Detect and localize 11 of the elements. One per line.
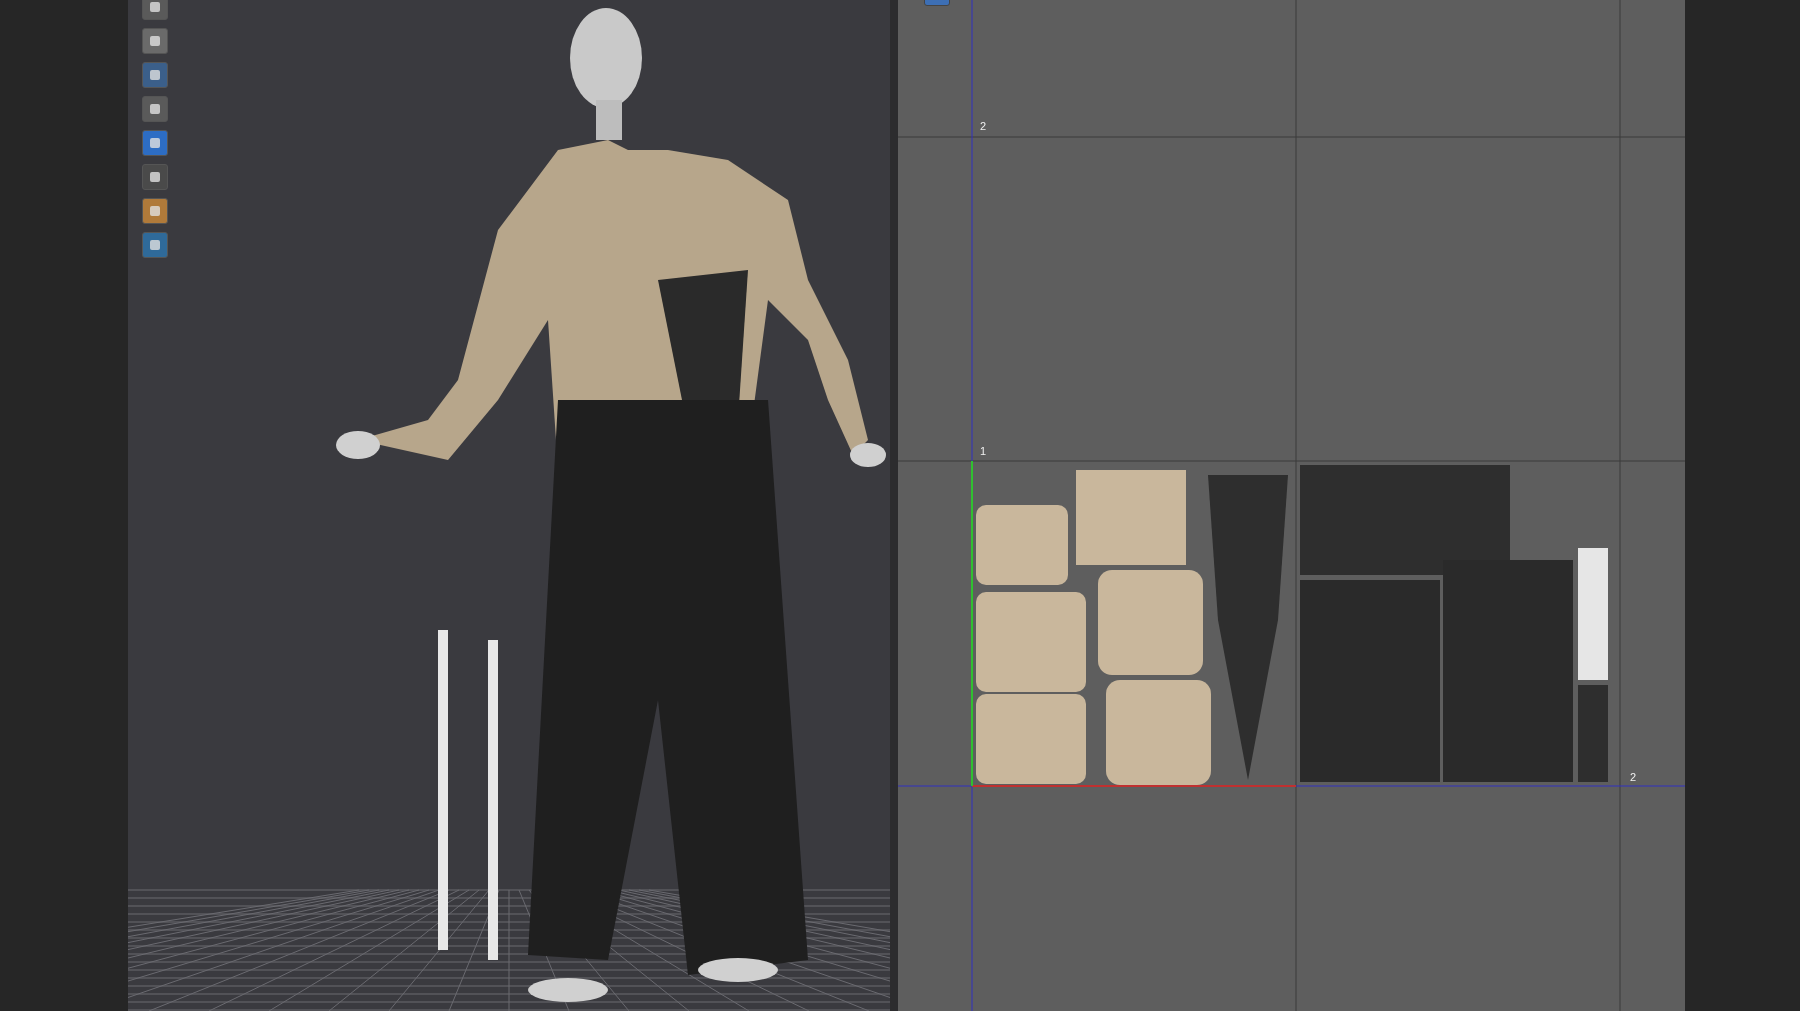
grid-label: 2 bbox=[1630, 771, 1637, 783]
grid-label: 1 bbox=[980, 445, 987, 457]
tool-button[interactable] bbox=[142, 130, 168, 156]
tool-button[interactable] bbox=[142, 198, 168, 224]
tool-button[interactable] bbox=[142, 164, 168, 190]
grid-label: 2 bbox=[980, 120, 987, 132]
tool-button[interactable] bbox=[142, 0, 168, 20]
tool-button[interactable] bbox=[142, 96, 168, 122]
tool-button[interactable] bbox=[142, 62, 168, 88]
tool-button[interactable] bbox=[142, 232, 168, 258]
tool-button[interactable] bbox=[142, 28, 168, 54]
